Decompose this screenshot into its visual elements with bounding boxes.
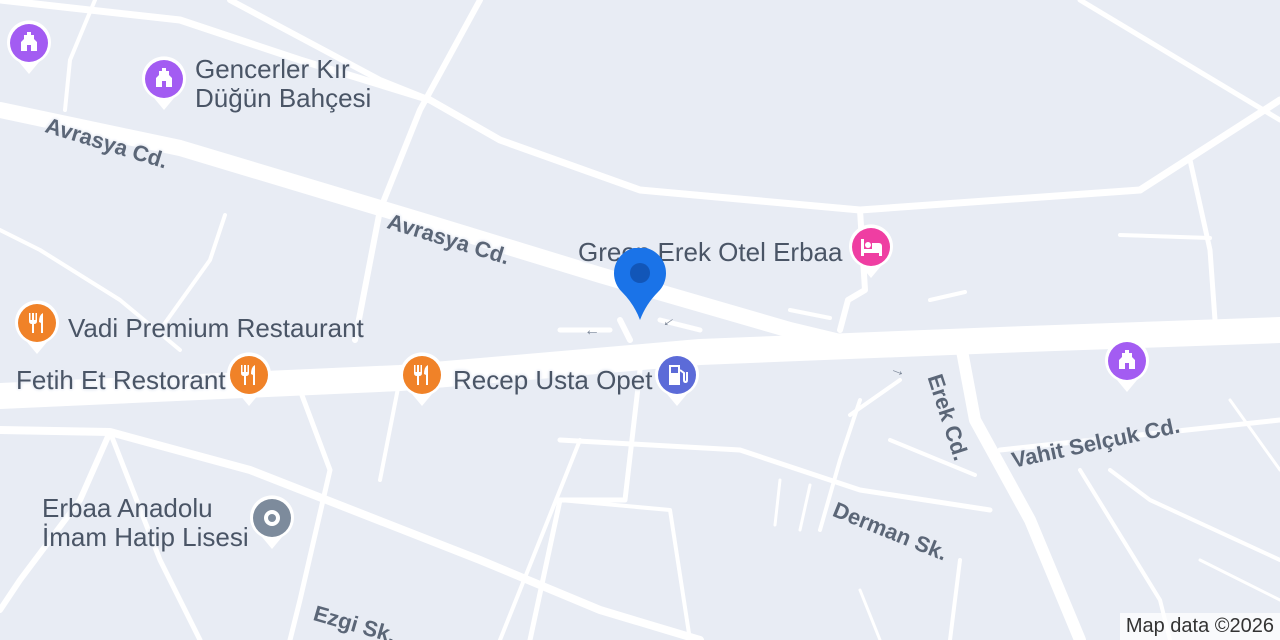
poi-venue-topleft[interactable] bbox=[6, 20, 52, 76]
school-icon bbox=[249, 495, 294, 549]
poi-label-line: Erbaa Anadolu bbox=[42, 493, 213, 523]
poi-label-line: Gencerler Kır bbox=[195, 54, 350, 84]
poi-label: Recep Usta Opet bbox=[453, 364, 653, 395]
poi-label: Fetih Et Restorant bbox=[16, 364, 226, 395]
fork-knife-icon bbox=[226, 352, 271, 406]
wedding-hall-icon bbox=[7, 20, 52, 75]
poi-vadi-premium-restaurant[interactable]: Vadi Premium Restaurant bbox=[14, 300, 364, 356]
fork-knife-icon bbox=[400, 352, 444, 406]
fork-knife-icon bbox=[15, 300, 60, 354]
wedding-hall-icon bbox=[142, 56, 186, 110]
poi-gencerler-kir-dugun-bahcesi[interactable]: Gencerler Kır Düğün Bahçesi bbox=[141, 55, 371, 113]
poi-erbaa-anadolu-imam-hatip-lisesi[interactable]: Erbaa Anadolu İmam Hatip Lisesi bbox=[42, 494, 295, 552]
poi-recep-usta-opet[interactable]: Recep Usta Opet bbox=[399, 352, 700, 408]
poi-venue-right[interactable] bbox=[1104, 338, 1150, 394]
direction-arrow: ← bbox=[584, 322, 600, 339]
poi-label: Vadi Premium Restaurant bbox=[68, 312, 364, 343]
poi-label-line: İmam Hatip Lisesi bbox=[42, 522, 249, 552]
wedding-hall-icon bbox=[1105, 338, 1149, 392]
map-attribution: Map data ©2026 bbox=[1119, 613, 1280, 640]
gas-station-icon bbox=[655, 352, 700, 406]
map-canvas[interactable]: ← ← → Avrasya Cd. Avrasya Cd. Erek Cd. V… bbox=[0, 0, 1280, 640]
location-marker-icon[interactable] bbox=[612, 248, 668, 322]
poi-label: Gencerler Kır Düğün Bahçesi bbox=[195, 55, 371, 113]
erek-road bbox=[954, 334, 1086, 640]
bed-icon bbox=[849, 224, 894, 278]
poi-label: Erbaa Anadolu İmam Hatip Lisesi bbox=[42, 494, 249, 552]
poi-label-line: Düğün Bahçesi bbox=[195, 83, 372, 113]
poi-fetih-et-restorant[interactable]: Fetih Et Restorant bbox=[16, 352, 272, 408]
